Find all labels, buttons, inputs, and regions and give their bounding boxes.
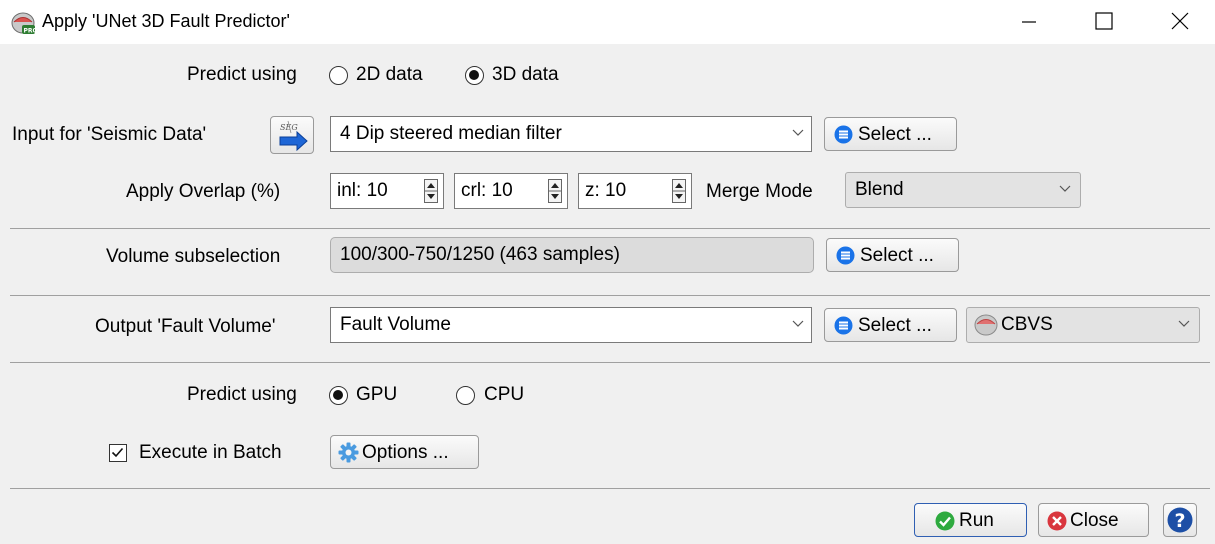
title-bar: PRO Apply 'UNet 3D Fault Predictor' [0,0,1215,44]
database-icon [834,125,853,144]
segy-import-button[interactable]: SEG [270,116,314,154]
z-overlap-value: z: 10 [585,180,627,201]
spin-arrows-icon[interactable] [672,179,686,203]
batch-options-button[interactable]: Options ... [330,435,479,469]
spin-arrows-icon[interactable] [548,179,562,203]
radio-cpu[interactable] [456,386,475,405]
inl-overlap-spinbox[interactable]: inl: 10 [330,173,444,209]
z-overlap-spinbox[interactable]: z: 10 [578,173,692,209]
radio-gpu-label[interactable]: GPU [356,384,397,406]
svg-text:PRO: PRO [24,28,37,35]
radio-3d-data[interactable] [465,66,484,85]
database-icon [834,316,853,335]
close-button[interactable]: Close [1038,503,1149,537]
output-fault-volume-label: Output 'Fault Volume' [95,316,276,337]
output-select-label: Select ... [858,315,932,336]
checkmark-icon [111,447,124,458]
output-volume-value: Fault Volume [340,314,451,335]
volume-subselection-label: Volume subselection [106,246,281,267]
chevron-down-icon [792,320,804,327]
seismic-input-value: 4 Dip steered median filter [340,123,562,144]
radio-2d-data-label[interactable]: 2D data [356,64,423,86]
volume-subselection-field: 100/300-750/1250 (463 samples) [330,237,814,273]
crl-overlap-value: crl: 10 [461,180,513,201]
seismic-select-button[interactable]: Select ... [824,117,957,151]
predict-device-label: Predict using [187,384,297,405]
predict-data-label: Predict using [187,64,297,85]
gear-icon [338,442,359,463]
crl-overlap-spinbox[interactable]: crl: 10 [454,173,568,209]
svg-text:?: ? [1174,510,1185,532]
close-label: Close [1070,510,1119,531]
output-volume-combo[interactable]: Fault Volume [330,307,812,343]
close-icon[interactable] [1156,4,1202,38]
radio-gpu[interactable] [329,386,348,405]
chevron-down-icon [1178,320,1190,327]
volume-select-label: Select ... [860,245,934,266]
merge-mode-combo[interactable]: Blend [845,172,1081,208]
merge-mode-label: Merge Mode [706,181,813,202]
volume-subselection-value: 100/300-750/1250 (463 samples) [340,244,620,265]
inl-overlap-value: inl: 10 [337,180,388,201]
chevron-down-icon [792,129,804,136]
output-format-combo[interactable]: CBVS [966,307,1200,343]
seismic-input-combo[interactable]: 4 Dip steered median filter [330,116,812,152]
run-button[interactable]: Run [914,503,1027,537]
batch-options-label: Options ... [362,442,449,463]
chevron-down-icon [1059,185,1071,192]
radio-2d-data[interactable] [329,66,348,85]
separator [10,488,1210,489]
cbvs-format-icon [974,314,998,336]
overlap-label: Apply Overlap (%) [126,181,281,202]
merge-mode-value: Blend [855,179,904,200]
execute-batch-checkbox[interactable] [109,444,127,462]
database-icon [836,246,855,265]
close-circle-icon [1047,511,1067,531]
check-circle-icon [935,511,955,531]
help-icon: ? [1167,507,1193,533]
execute-batch-label[interactable]: Execute in Batch [139,442,282,464]
seismic-select-label: Select ... [858,124,932,145]
radio-cpu-label[interactable]: CPU [484,384,524,406]
separator [10,295,1210,296]
help-button[interactable]: ? [1163,503,1197,537]
input-seismic-label: Input for 'Seismic Data' [12,124,207,145]
volume-select-button[interactable]: Select ... [826,238,959,272]
window-title: Apply 'UNet 3D Fault Predictor' [42,11,290,31]
radio-3d-data-label[interactable]: 3D data [492,64,559,86]
separator [10,362,1210,363]
output-select-button[interactable]: Select ... [824,308,957,342]
maximize-icon[interactable] [1080,4,1126,38]
run-label: Run [959,510,994,531]
minimize-icon[interactable] [1006,4,1052,38]
segy-import-icon: SEG [279,120,308,152]
separator [10,228,1210,229]
app-logo-icon: PRO [11,12,37,35]
output-format-value: CBVS [1001,314,1053,335]
dialog-body: Predict using 2D data 3D data Input for … [0,44,1215,544]
spin-arrows-icon[interactable] [424,179,438,203]
